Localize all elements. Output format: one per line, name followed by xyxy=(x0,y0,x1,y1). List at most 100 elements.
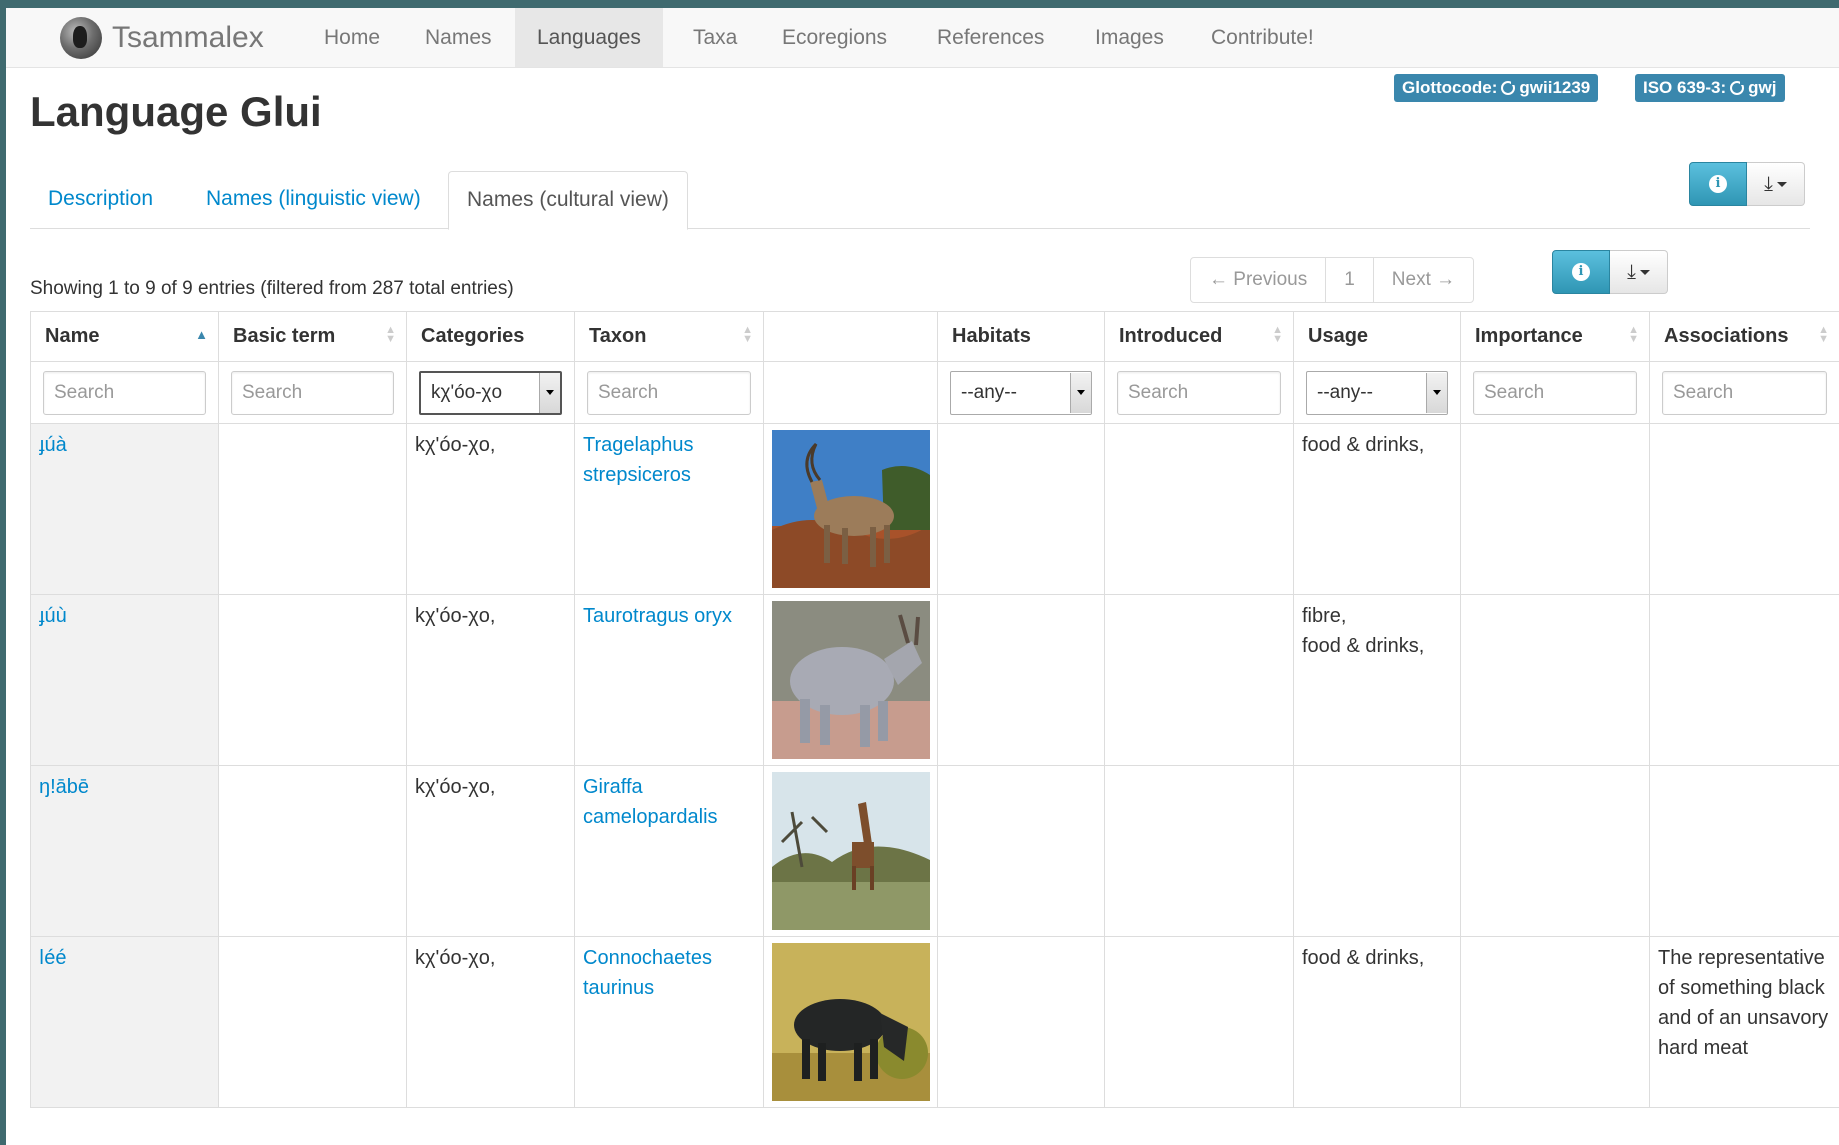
col-header-label: Introduced xyxy=(1119,325,1223,347)
usage-value: food & drinks, xyxy=(1302,947,1425,969)
categories-select[interactable]: kχ'óo-χo xyxy=(419,370,562,415)
categories-cell: kχ'óo-χo, xyxy=(406,765,575,937)
taxon-link[interactable]: Connochaetes taurinus xyxy=(583,947,712,999)
habitats-select-value: --any-- xyxy=(961,381,1017,403)
brand-name: Tsammalex xyxy=(112,21,264,54)
nav-images[interactable]: Images xyxy=(1095,8,1164,67)
kudu-image[interactable] xyxy=(772,430,930,588)
name-link[interactable]: ɟúà xyxy=(39,434,67,456)
categories-select-value: kχ'óo-χo xyxy=(431,381,503,403)
taxon-link[interactable]: Giraffa camelopardalis xyxy=(583,776,718,828)
col-header-associations[interactable]: Associations ▲ ▼ xyxy=(1649,311,1839,362)
dropdown-arrow-icon xyxy=(1426,372,1447,413)
eland-image[interactable] xyxy=(772,601,930,759)
col-header-label: Habitats xyxy=(952,325,1031,347)
col-header-categories: Categories xyxy=(406,311,575,362)
info-icon: i xyxy=(1709,175,1727,193)
glottocode-badge[interactable]: Glottocode: gwii1239 xyxy=(1394,74,1599,102)
col-header-label: Usage xyxy=(1308,325,1369,347)
previous-page-button[interactable]: ← Previous xyxy=(1191,258,1327,302)
col-header-importance[interactable]: Importance ▲ ▼ xyxy=(1460,311,1650,362)
nav-contribute[interactable]: Contribute! xyxy=(1211,8,1314,67)
basic-term-search-input[interactable]: Search xyxy=(231,370,394,415)
name-link[interactable]: ŋ!ābē xyxy=(39,776,89,798)
col-header-label: Taxon xyxy=(589,325,647,347)
basic-term-cell xyxy=(218,594,407,766)
navbar: Tsammalex Home Names Languages Taxa Ecor… xyxy=(6,8,1839,68)
usage-select[interactable]: --any-- xyxy=(1306,370,1448,415)
external-link-icon xyxy=(1501,79,1518,95)
col-header-usage: Usage xyxy=(1293,311,1461,362)
tab-bar: Description Names (linguistic view) Name… xyxy=(30,171,1810,230)
sort-icon: ▲ ▼ xyxy=(385,324,396,345)
giraffe-image[interactable] xyxy=(772,772,930,930)
page-download-button[interactable]: ⤓ xyxy=(1747,162,1805,206)
col-header-taxon[interactable]: Taxon ▲ ▼ xyxy=(574,311,764,362)
usage-cell xyxy=(1293,765,1461,937)
importance-search-input[interactable]: Search xyxy=(1473,370,1637,415)
caret-down-icon xyxy=(1776,181,1787,187)
tab-description[interactable]: Description xyxy=(48,171,153,227)
taxon-link[interactable]: Tragelaphus strepsiceros xyxy=(583,434,693,486)
nav-languages[interactable]: Languages xyxy=(515,8,663,67)
tab-names-cultural[interactable]: Names (cultural view) xyxy=(448,171,688,230)
nav-home[interactable]: Home xyxy=(324,8,380,67)
page-title: Language Glui xyxy=(30,88,322,135)
categories-cell: kχ'óo-χo, xyxy=(406,936,575,1108)
dropdown-arrow-icon xyxy=(1070,372,1091,413)
usage-cell: food & drinks, xyxy=(1293,936,1461,1108)
iso-label: ISO 639-3: xyxy=(1643,78,1727,97)
table-actions: i ⤓ xyxy=(1552,250,1668,294)
introduced-cell xyxy=(1104,765,1294,937)
habitats-select[interactable]: --any-- xyxy=(950,370,1092,415)
browser-page: Tsammalex Home Names Languages Taxa Ecor… xyxy=(6,8,1839,1145)
col-header-basic-term[interactable]: Basic term ▲ ▼ xyxy=(218,311,407,362)
nav-names[interactable]: Names xyxy=(425,8,492,67)
associations-cell: The representative of something black an… xyxy=(1649,936,1839,1108)
filter-row: Search Search kχ'óo-χo Search --any-- Se… xyxy=(30,361,1839,424)
introduced-cell xyxy=(1104,423,1294,595)
name-search-input[interactable]: Search xyxy=(43,370,206,415)
external-link-icon xyxy=(1730,79,1747,95)
nav-ecoregions[interactable]: Ecoregions xyxy=(782,8,887,67)
basic-term-cell xyxy=(218,423,407,595)
table-download-button[interactable]: ⤓ xyxy=(1610,250,1668,294)
importance-cell xyxy=(1460,936,1650,1108)
col-header-label: Importance xyxy=(1475,325,1583,347)
introduced-search-input[interactable]: Search xyxy=(1117,370,1281,415)
brand-link[interactable]: Tsammalex xyxy=(60,17,264,59)
info-icon: i xyxy=(1572,263,1590,281)
col-header-label: Categories xyxy=(421,325,525,347)
col-header-introduced[interactable]: Introduced ▲ ▼ xyxy=(1104,311,1294,362)
associations-search-input[interactable]: Search xyxy=(1662,370,1827,415)
taxon-link[interactable]: Taurotragus oryx xyxy=(583,605,732,627)
importance-cell xyxy=(1460,423,1650,595)
taxon-search-input[interactable]: Search xyxy=(587,370,751,415)
table-row: ɟúà kχ'óo-χo, Tragelaphus strepsiceros f… xyxy=(30,423,1839,595)
nav-taxa[interactable]: Taxa xyxy=(693,8,737,67)
sort-icon: ▲ ▼ xyxy=(1272,324,1283,345)
name-link[interactable]: ɟúù xyxy=(39,605,67,627)
nav-references[interactable]: References xyxy=(937,8,1044,67)
page-info-button[interactable]: i xyxy=(1689,162,1747,206)
pagination: ← Previous 1 Next → xyxy=(1190,257,1475,303)
table-row: ǀéé kχ'óo-χo, Connochaetes taurinus food… xyxy=(30,936,1839,1108)
associations-cell xyxy=(1649,423,1839,595)
name-link[interactable]: ǀéé xyxy=(39,947,66,969)
col-header-habitats: Habitats xyxy=(937,311,1105,362)
col-header-name[interactable]: Name ▲ xyxy=(30,311,219,362)
habitats-cell xyxy=(937,765,1105,937)
sort-asc-icon: ▲ xyxy=(195,327,208,342)
importance-cell xyxy=(1460,594,1650,766)
table-row: ɟúù kχ'óo-χo, Taurotragus oryx fibre, fo… xyxy=(30,594,1839,766)
categories-cell: kχ'óo-χo, xyxy=(406,594,575,766)
next-page-button[interactable]: Next → xyxy=(1374,258,1473,302)
table-info-button[interactable]: i xyxy=(1552,250,1610,294)
page-1-button[interactable]: 1 xyxy=(1326,258,1374,302)
col-header-image xyxy=(763,311,938,362)
wildebeest-image[interactable] xyxy=(772,943,930,1101)
download-icon: ⤓ xyxy=(1627,260,1636,283)
tab-names-linguistic[interactable]: Names (linguistic view) xyxy=(206,171,421,227)
usage-value: fibre, xyxy=(1302,605,1347,627)
iso-badge[interactable]: ISO 639-3: gwj xyxy=(1635,74,1785,102)
